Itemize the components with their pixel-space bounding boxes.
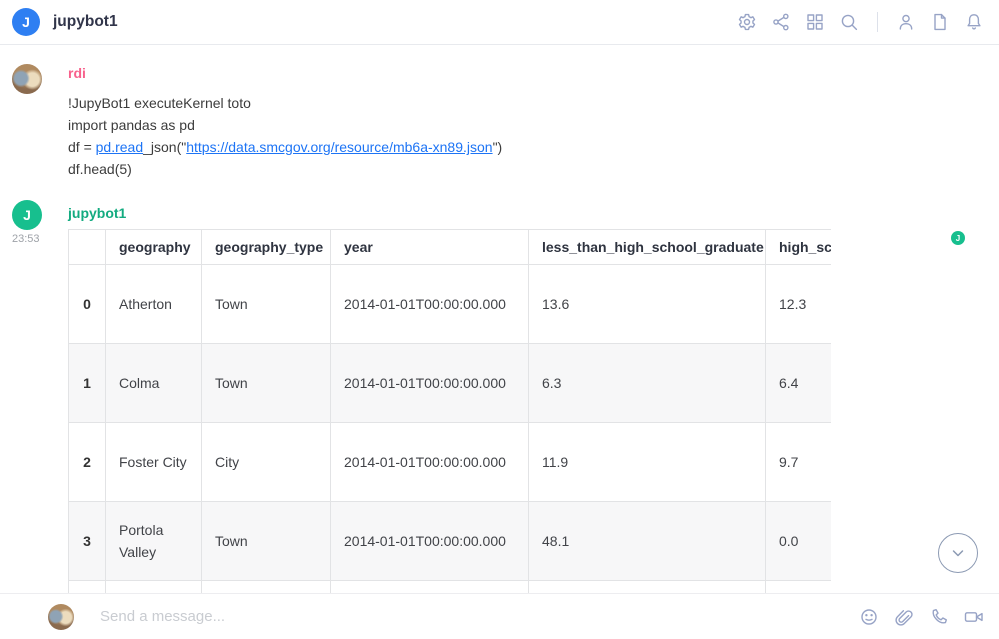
emoji-icon [859,607,879,627]
document-icon [930,12,950,32]
table-cell: City [202,423,331,502]
current-user-avatar[interactable] [48,604,74,630]
message-body: !JupyBot1 executeKernel toto import pand… [68,92,979,180]
table-cell: 48.1 [529,502,766,581]
header-actions [736,11,985,33]
table-cell: 3 [69,502,106,581]
table-row-clipped [69,581,832,594]
video-camera-icon [963,607,985,627]
bot-username[interactable]: jupybot1 [68,204,126,222]
dataset-url-link[interactable]: https://data.smcgov.org/resource/mb6a-xn… [186,139,492,155]
table-cell: Foster City [106,423,202,502]
message-username[interactable]: rdi [68,64,86,82]
phone-icon [929,607,949,627]
search-button[interactable] [838,11,860,33]
table-row: 1 Colma Town 2014-01-01T00:00:00.000 6.3… [69,344,832,423]
table-cell: 2014-01-01T00:00:00.000 [331,344,529,423]
column-header: high_sc [766,230,832,265]
settings-button[interactable] [736,11,758,33]
column-header: geography_type [202,230,331,265]
message-line: df.head(5) [68,158,979,180]
column-header [69,230,106,265]
table-cell: 13.6 [529,265,766,344]
table-cell: Town [202,344,331,423]
table-row: 0 Atherton Town 2014-01-01T00:00:00.000 … [69,265,832,344]
table-row: 3 Portola Valley Town 2014-01-01T00:00:0… [69,502,832,581]
share-button[interactable] [770,11,792,33]
channel-avatar[interactable]: J [12,8,40,36]
table-cell: 2014-01-01T00:00:00.000 [331,423,529,502]
table-row: 2 Foster City City 2014-01-01T00:00:00.0… [69,423,832,502]
scroll-to-bottom-button[interactable] [938,533,978,573]
composer-actions [858,606,985,628]
channel-header: J jupybot1 [0,0,999,45]
grid-icon [805,12,825,32]
search-icon [839,12,859,32]
bot-avatar-badge: J [951,231,965,245]
pd-read-link[interactable]: pd.read [96,139,143,155]
apps-button[interactable] [804,11,826,33]
bot-avatar[interactable]: J [12,200,42,230]
header-divider [877,12,878,32]
code-text: _json(" [143,139,186,155]
attachment-button[interactable] [893,606,915,628]
user-icon [896,12,916,32]
table-cell: Portola Valley [106,502,202,581]
table-cell: 2014-01-01T00:00:00.000 [331,502,529,581]
table-cell: Atherton [106,265,202,344]
table-cell: Colma [106,344,202,423]
column-header: year [331,230,529,265]
table-cell: Town [202,265,331,344]
table-cell: 12.3 [766,265,832,344]
table-cell: 0 [69,265,106,344]
message-input[interactable] [100,608,858,625]
call-button[interactable] [928,606,950,628]
message-line: import pandas as pd [68,114,979,136]
channel-title: jupybot1 [53,13,118,31]
table-cell: 11.9 [529,423,766,502]
paperclip-icon [894,607,914,627]
table-cell: 6.3 [529,344,766,423]
table-cell: 6.4 [766,344,832,423]
table-cell: 2 [69,423,106,502]
column-header: less_than_high_school_graduate [529,230,766,265]
table-cell: 0.0 [766,502,832,581]
message-composer [0,593,999,639]
table-cell: Town [202,502,331,581]
message-line: df = pd.read_json("https://data.smcgov.o… [68,136,979,158]
bell-icon [964,12,984,32]
dataframe-table: geography geography_type year less_than_… [68,229,831,593]
message-rdi: rdi !JupyBot1 executeKernel toto import … [68,64,979,180]
message-line: !JupyBot1 executeKernel toto [68,92,979,114]
message-timestamp: 23:53 [12,233,40,245]
message-list: rdi !JupyBot1 executeKernel toto import … [0,46,999,593]
files-button[interactable] [929,11,951,33]
emoji-button[interactable] [858,606,880,628]
gear-icon [737,12,757,32]
table-cell: 9.7 [766,423,832,502]
video-call-button[interactable] [963,606,985,628]
share-icon [771,12,791,32]
code-text: df = [68,139,96,155]
table-cell: 1 [69,344,106,423]
notifications-button[interactable] [963,11,985,33]
dataframe-table-container[interactable]: geography geography_type year less_than_… [68,229,831,593]
table-header-row: geography geography_type year less_than_… [69,230,832,265]
chevron-down-icon [946,541,970,565]
user-avatar-rdi[interactable] [12,64,42,94]
table-cell: 2014-01-01T00:00:00.000 [331,265,529,344]
code-text: ") [493,139,503,155]
members-button[interactable] [895,11,917,33]
column-header: geography [106,230,202,265]
